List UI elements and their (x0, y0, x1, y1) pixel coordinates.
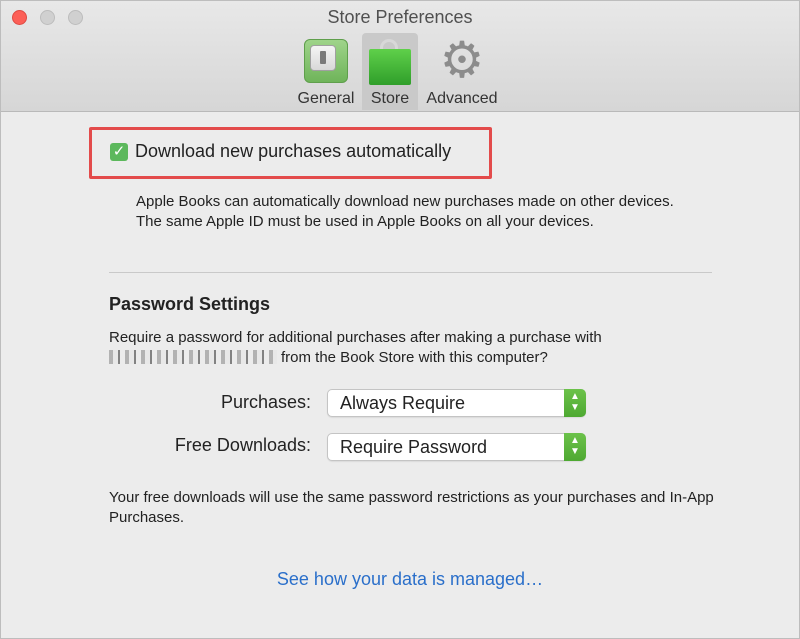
tab-store-label: Store (370, 90, 410, 107)
auto-download-label[interactable]: Download new purchases automatically (135, 141, 451, 162)
tab-advanced[interactable]: ⚙ Advanced (421, 33, 503, 110)
password-description-suffix: from the Book Store with this computer? (281, 349, 548, 366)
chevron-up-down-icon: ▲ ▼ (564, 389, 586, 417)
chevron-up-down-icon: ▲ ▼ (564, 433, 586, 461)
divider (109, 272, 712, 273)
tab-general-label: General (297, 90, 355, 107)
purchases-select[interactable]: Always Require ▲ ▼ (327, 389, 586, 417)
tab-store[interactable]: Store (362, 33, 418, 110)
auto-download-checkbox[interactable]: ✓ (110, 143, 128, 161)
free-downloads-select[interactable]: Require Password ▲ ▼ (327, 433, 586, 461)
free-downloads-label: Free Downloads: (174, 435, 311, 455)
gear-icon: ⚙ (439, 32, 485, 88)
tab-general[interactable]: General (295, 33, 357, 110)
tab-advanced-label: Advanced (426, 90, 498, 107)
title-bar: Store Preferences General Store ⚙ Advanc… (1, 1, 799, 112)
redacted-apple-id (109, 350, 277, 364)
password-footer-note: Your free downloads will use the same pa… (109, 489, 714, 526)
shopping-bag-icon (365, 37, 415, 87)
preferences-window: Store Preferences General Store ⚙ Advanc… (0, 0, 800, 639)
purchases-select-value: Always Require (340, 393, 466, 413)
general-switch-icon (301, 37, 351, 87)
data-management-link[interactable]: See how your data is managed… (1, 569, 800, 590)
auto-download-description: Apple Books can automatically download n… (136, 193, 674, 230)
password-settings-description: Require a password for additional purcha… (109, 328, 729, 368)
window-title: Store Preferences (327, 7, 473, 27)
password-description-prefix: Require a password for additional purcha… (109, 329, 602, 346)
purchases-label: Purchases: (220, 392, 311, 412)
password-settings-title: Password Settings (109, 294, 271, 314)
free-downloads-select-value: Require Password (340, 437, 488, 457)
